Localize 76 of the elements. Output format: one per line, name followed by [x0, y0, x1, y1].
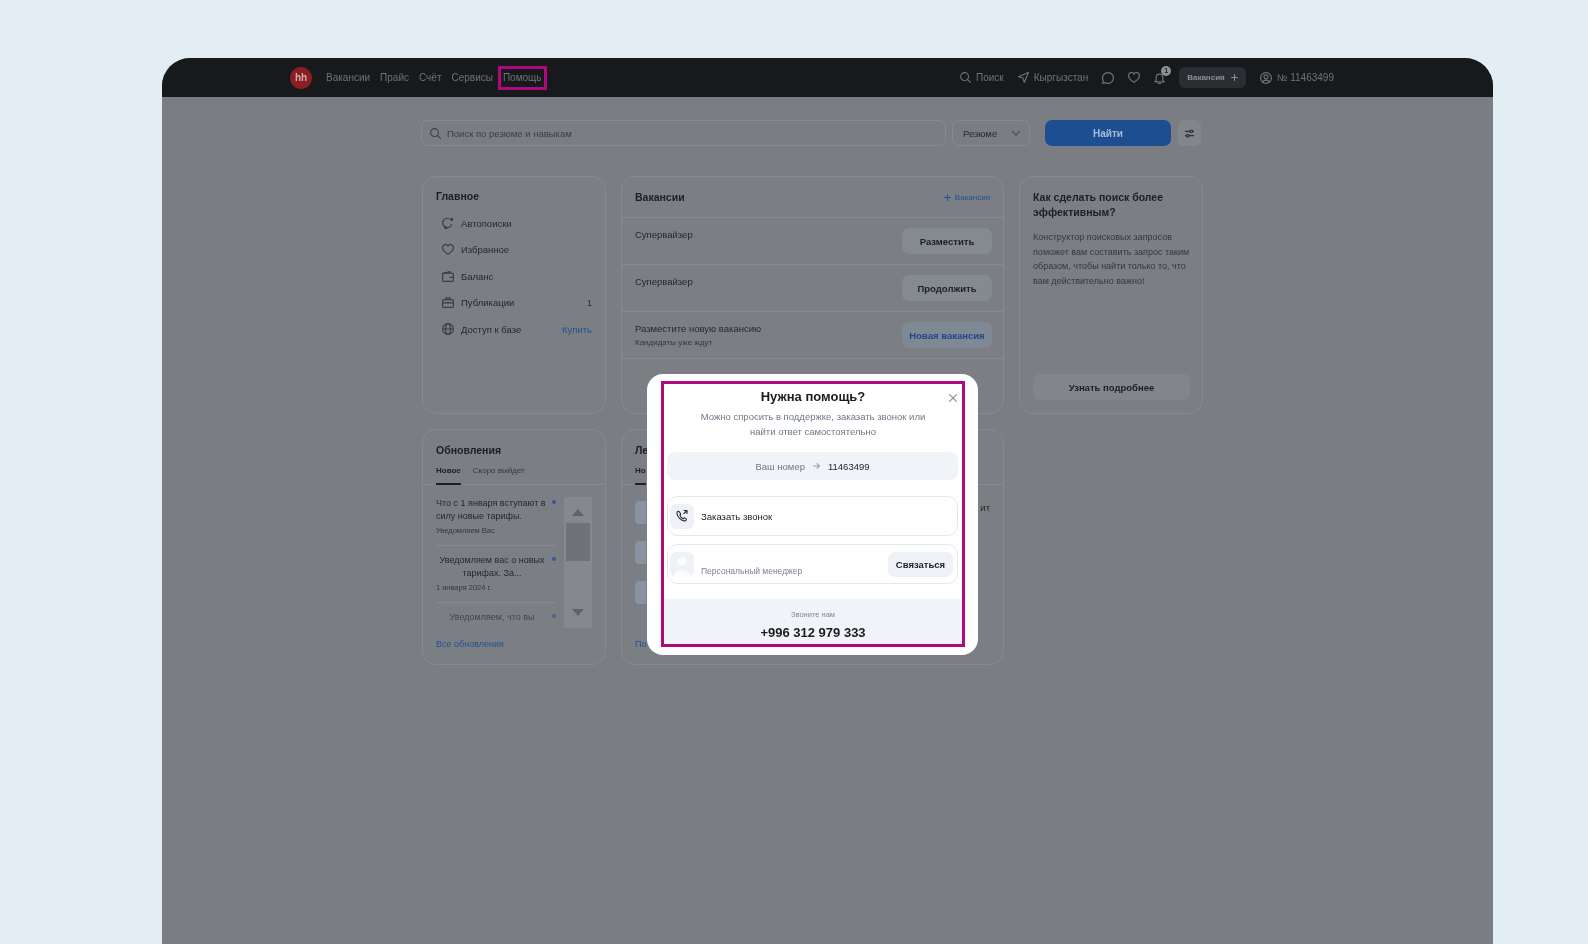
filter-button[interactable]	[1178, 120, 1201, 146]
region-link[interactable]: Кыргызстан	[1017, 72, 1089, 83]
bell-icon[interactable]	[1154, 71, 1166, 84]
nav-link[interactable]: Счёт	[414, 65, 447, 90]
card-title: Как сделать поиск более эффективным?	[1033, 190, 1164, 220]
vacancy-title: Супервайзер	[635, 276, 693, 288]
search-input[interactable]: Поиск по резюме и навыкам	[447, 127, 937, 139]
nav-link[interactable]: Вакансии	[321, 65, 376, 90]
briefcase-icon	[442, 297, 454, 309]
user-circle-icon	[1259, 71, 1272, 84]
circular-arrow-icon	[442, 217, 454, 230]
chevron-down-icon	[1012, 130, 1020, 136]
buy-link[interactable]: Купить	[561, 323, 592, 335]
vacancy-action-button[interactable]: Продолжить	[902, 275, 992, 301]
user-number: 11463499	[827, 460, 870, 472]
tip-text: Конструктор поисковых запросов поможет вам составить запрос таким образом, чтобы найти только то, что вам действительно важно!	[1033, 231, 1190, 288]
arrow-right-icon	[812, 463, 820, 469]
paper-plane-icon	[1017, 72, 1029, 83]
dialog-title: Нужна помощь?	[760, 389, 866, 405]
close-icon[interactable]	[949, 394, 957, 402]
card-title: Ле	[635, 443, 650, 457]
search-type-dropdown[interactable]: Резюме	[952, 120, 1030, 146]
search-link[interactable]: Поиск	[960, 72, 1004, 83]
vacancy-action-button[interactable]: Новая вакансия	[902, 322, 992, 348]
wallet-icon	[442, 270, 454, 282]
feed-link[interactable]: По	[635, 639, 647, 649]
vacancy-title: Супервайзер	[635, 229, 693, 241]
nav-link[interactable]: Сервисы	[446, 65, 498, 90]
learn-more-button[interactable]: Узнать подробнее	[1033, 374, 1190, 400]
vacancy-subtitle: Кандидаты уже ждут	[635, 338, 714, 348]
manager-role: Персональный менеджер	[701, 566, 803, 576]
item-text: ит	[980, 502, 990, 514]
card-title: Вакансии	[635, 190, 685, 204]
heart-icon	[442, 244, 454, 256]
menu-item[interactable]: Избранное	[442, 244, 510, 256]
plus-icon	[1230, 74, 1238, 81]
update-title[interactable]: Уведомляем вас о новых тарифах. За...	[436, 554, 548, 579]
dialog-subtitle: Можно спросить в поддержке, заказать звонок или найти ответ самостоятельно	[699, 410, 927, 439]
search-icon	[960, 72, 972, 83]
number-label: Ваш номер	[755, 460, 805, 472]
update-title[interactable]: Что с 1 января вступают в силу новые тарифы.	[436, 497, 548, 522]
chat-bubble-icon[interactable]	[1102, 71, 1115, 84]
sliders-icon	[1185, 128, 1194, 138]
menu-item[interactable]: Автопоиски	[442, 217, 512, 230]
thumbnail-image	[635, 501, 646, 524]
phone-number: +996 312 979 333	[760, 624, 866, 640]
tab[interactable]: Но	[635, 466, 646, 485]
search-icon	[430, 127, 441, 139]
menu-item[interactable]: Доступ к базе	[442, 323, 522, 336]
globe-icon	[442, 323, 454, 336]
order-call-button[interactable]: Заказать звонок	[667, 496, 958, 536]
thumbnail-image	[635, 581, 646, 604]
vacancy-action-button[interactable]: Разместить	[902, 228, 992, 254]
tab[interactable]: Новое	[436, 466, 461, 485]
account-link[interactable]: № 11463499	[1259, 71, 1334, 84]
menu-item[interactable]: Баланс	[442, 270, 494, 282]
vacancy-title: Разместите новую вакансию	[635, 323, 762, 335]
thumbnail-image	[635, 541, 646, 564]
scrollbar[interactable]	[564, 497, 592, 628]
search-field[interactable]: Поиск по резюме и навыкам	[421, 120, 946, 146]
logo[interactable]: hh	[290, 66, 312, 89]
find-button[interactable]: Найти	[1045, 120, 1171, 146]
nav-link[interactable]: Прайс	[375, 65, 414, 90]
all-updates-link[interactable]: Все обновления	[436, 639, 504, 649]
menu-item[interactable]: Публикации	[442, 297, 515, 309]
plus-icon	[943, 193, 951, 201]
card-title: Главное	[436, 189, 480, 203]
phone-icon	[670, 503, 694, 529]
count-label: 1	[587, 297, 592, 308]
contact-button[interactable]: Связаться	[888, 551, 953, 577]
card-title: Обновления	[436, 443, 503, 457]
nav-link[interactable]: Помощь	[497, 65, 547, 90]
add-vacancy-link[interactable]: Вакансия	[943, 192, 990, 202]
create-vacancy-button[interactable]: Вакансия	[1179, 67, 1246, 88]
tab[interactable]: Скоро выйдет	[472, 466, 525, 485]
heart-icon[interactable]	[1128, 72, 1141, 83]
